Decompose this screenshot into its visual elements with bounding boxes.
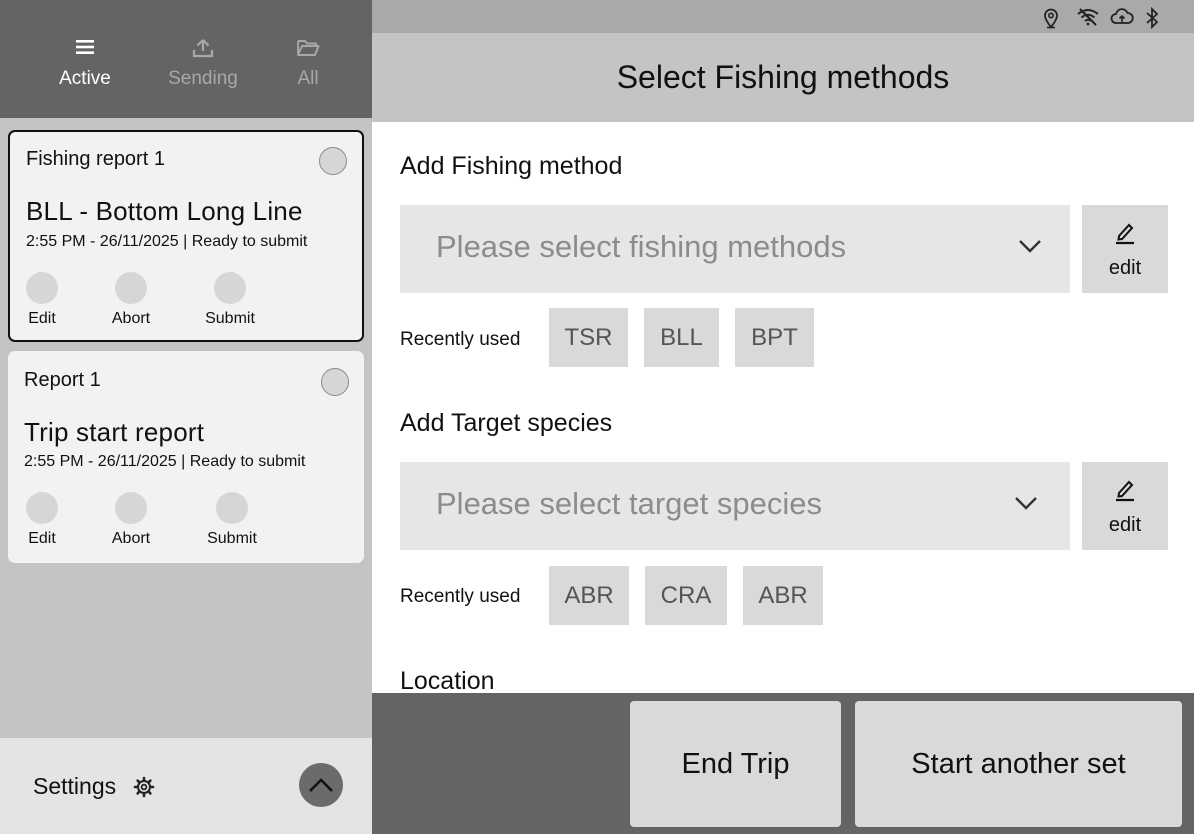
main-panel: Select Fishing methods Add Fishing metho… (372, 0, 1194, 834)
recently-used-label: Recently used (400, 329, 521, 350)
edit-fishing-method-button[interactable]: edit (1082, 205, 1168, 293)
recent-method-chip[interactable]: BPT (735, 308, 814, 367)
page-title: Select Fishing methods (372, 33, 1194, 122)
report-card-header: Report 1 (24, 369, 101, 391)
tab-active-label: Active (59, 68, 111, 89)
submit-icon (216, 492, 248, 524)
folder-icon (288, 38, 328, 64)
settings-button[interactable]: Settings (33, 773, 116, 800)
report-card[interactable]: Report 1 Trip start report 2:55 PM - 26/… (8, 351, 364, 563)
location-title: Location (400, 667, 495, 693)
edit-report-label: Edit (28, 310, 56, 327)
recent-species-chip[interactable]: CRA (645, 566, 727, 625)
recent-species-chip[interactable]: ABR (549, 566, 629, 625)
recent-method-chip[interactable]: BLL (644, 308, 719, 367)
chevron-down-icon (1018, 239, 1042, 258)
submit-report-label: Submit (205, 310, 255, 327)
tab-all-label: All (297, 68, 319, 89)
status-bar (372, 0, 1194, 33)
collapse-button[interactable] (299, 763, 343, 807)
recent-species-chip[interactable]: ABR (743, 566, 823, 625)
form-content[interactable]: Add Fishing method Please select fishing… (372, 122, 1194, 693)
target-species-placeholder: Please select target species (436, 486, 822, 521)
settings-bar: Settings (0, 738, 372, 834)
footer-bar: End Trip Start another set (372, 693, 1194, 834)
abort-icon (115, 492, 147, 524)
pencil-icon (1082, 221, 1168, 251)
abort-icon (115, 272, 147, 304)
edit-fishing-method-label: edit (1108, 257, 1142, 279)
fishing-method-select[interactable]: Please select fishing methods (400, 205, 1070, 293)
submit-report-label: Submit (207, 530, 257, 547)
abort-report-button[interactable]: Abort (107, 492, 155, 548)
report-card-subtitle: 2:55 PM - 26/11/2025 | Ready to submit (26, 233, 308, 250)
upload-icon (160, 38, 246, 64)
edit-report-label: Edit (28, 530, 56, 547)
report-select-radio[interactable] (321, 368, 349, 396)
pencil-icon (1082, 478, 1168, 508)
target-species-title: Add Target species (400, 409, 613, 437)
tab-sending-label: Sending (168, 68, 238, 89)
gear-icon[interactable] (133, 776, 155, 803)
submit-report-button[interactable]: Submit (204, 492, 260, 548)
submit-icon (214, 272, 246, 304)
edit-icon (26, 492, 58, 524)
report-select-radio[interactable] (319, 147, 347, 175)
sidebar: Active Sending All Fishing report 1 BLL … (0, 0, 372, 834)
report-card-title: BLL - Bottom Long Line (26, 196, 303, 226)
recently-used-label: Recently used (400, 586, 521, 607)
target-species-select[interactable]: Please select target species (400, 462, 1070, 550)
report-card-header: Fishing report 1 (26, 148, 165, 170)
edit-target-species-button[interactable]: edit (1082, 462, 1168, 550)
bluetooth-icon (1144, 6, 1168, 30)
tab-sending[interactable]: Sending (160, 38, 246, 118)
edit-icon (26, 272, 58, 304)
report-card-title: Trip start report (24, 417, 205, 447)
edit-report-button[interactable]: Edit (24, 492, 60, 548)
fishing-method-placeholder: Please select fishing methods (436, 229, 847, 264)
report-card[interactable]: Fishing report 1 BLL - Bottom Long Line … (8, 130, 364, 342)
abort-report-label: Abort (111, 310, 151, 327)
end-trip-button[interactable]: End Trip (630, 701, 841, 827)
wifi-off-icon (1076, 7, 1100, 29)
chevron-up-icon (309, 778, 333, 792)
submit-report-button[interactable]: Submit (202, 272, 258, 328)
abort-report-label: Abort (111, 530, 151, 547)
chevron-down-icon (1014, 496, 1038, 515)
tab-active[interactable]: Active (43, 38, 127, 118)
edit-target-species-label: edit (1108, 514, 1142, 536)
report-tabs: Active Sending All (0, 0, 372, 118)
fishing-method-title: Add Fishing method (400, 152, 623, 180)
start-another-set-button[interactable]: Start another set (855, 701, 1182, 827)
edit-report-button[interactable]: Edit (24, 272, 60, 328)
location-icon (1042, 7, 1066, 29)
cloud-upload-icon (1110, 7, 1134, 29)
list-icon (43, 38, 127, 64)
abort-report-button[interactable]: Abort (107, 272, 155, 328)
recent-method-chip[interactable]: TSR (549, 308, 628, 367)
tab-all[interactable]: All (288, 38, 328, 118)
report-card-subtitle: 2:55 PM - 26/11/2025 | Ready to submit (24, 453, 306, 470)
